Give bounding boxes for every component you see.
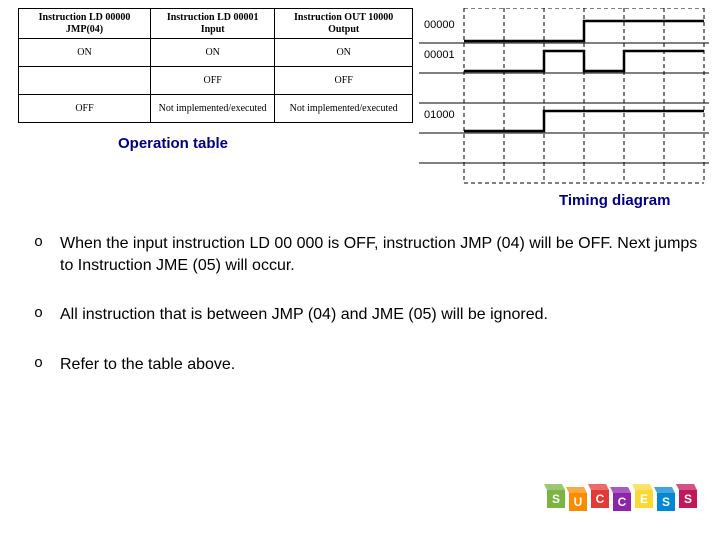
svg-text:C: C: [618, 495, 627, 509]
timing-diagram-container: 00000 00001 01000 Timing diagram: [419, 8, 699, 209]
success-blocks-icon: SUCCESS: [540, 476, 700, 526]
table-row: OFF Not implemented/executed Not impleme…: [19, 95, 413, 123]
svg-text:U: U: [574, 495, 583, 509]
table-cell: OFF: [275, 67, 413, 95]
timing-diagram-caption: Timing diagram: [559, 192, 699, 209]
table-header: Instruction LD 00001 Input: [151, 9, 275, 39]
table-cell: ON: [19, 39, 151, 67]
timing-signal-label: 00000: [424, 19, 455, 31]
table-cell: OFF: [151, 67, 275, 95]
table-cell: [19, 67, 151, 95]
svg-text:E: E: [640, 492, 648, 506]
list-item: Refer to the table above.: [34, 354, 702, 376]
table-row: ON ON ON: [19, 39, 413, 67]
table-header: Instruction OUT 10000 Output: [275, 9, 413, 39]
svg-text:S: S: [662, 495, 670, 509]
table-cell: Not implemented/executed: [151, 95, 275, 123]
timing-signal-label: 01000: [424, 109, 455, 121]
svg-text:S: S: [684, 492, 692, 506]
list-item: All instruction that is between JMP (04)…: [34, 304, 702, 326]
timing-diagram: 00000 00001 01000: [419, 8, 709, 188]
table-cell: OFF: [19, 95, 151, 123]
timing-signal-label: 00001: [424, 49, 455, 61]
svg-text:C: C: [596, 492, 605, 506]
operation-table-caption: Operation table: [118, 135, 413, 152]
table-cell: ON: [275, 39, 413, 67]
table-cell: Not implemented/executed: [275, 95, 413, 123]
svg-text:S: S: [552, 492, 560, 506]
bullet-list: When the input instruction LD 00 000 is …: [18, 233, 702, 375]
table-header: Instruction LD 00000 JMP(04): [19, 9, 151, 39]
table-cell: ON: [151, 39, 275, 67]
list-item: When the input instruction LD 00 000 is …: [34, 233, 702, 276]
operation-table-container: Instruction LD 00000 JMP(04) Instruction…: [18, 8, 413, 152]
operation-table: Instruction LD 00000 JMP(04) Instruction…: [18, 8, 413, 123]
table-row: OFF OFF: [19, 67, 413, 95]
